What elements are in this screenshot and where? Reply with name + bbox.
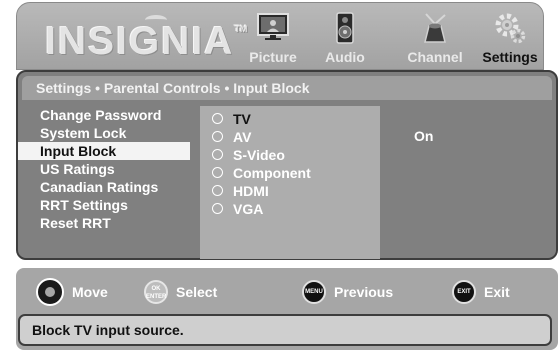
menu-item-system-lock[interactable]: System Lock xyxy=(18,124,204,142)
tv-monitor-icon xyxy=(257,13,289,40)
input-option-label: S-Video xyxy=(233,147,285,163)
input-option-label: TV xyxy=(233,111,251,127)
speaker-icon xyxy=(336,12,354,44)
radio-button-icon xyxy=(212,130,223,142)
brand-logo-text: INSIGNIA xyxy=(45,20,235,63)
radio-button-icon xyxy=(212,148,223,160)
input-source-list: TV AV S-Video Component HDMI VGA xyxy=(200,106,380,259)
input-option-label: VGA xyxy=(233,201,264,217)
exit-button-icon: EXIT xyxy=(452,280,476,304)
ok-icon-text: OK xyxy=(151,286,161,292)
hint-move: Move xyxy=(36,278,108,306)
menu-item-us-ratings[interactable]: US Ratings xyxy=(18,160,204,178)
radio-button-icon xyxy=(212,166,223,178)
hint-select: OK ENTER Select xyxy=(144,278,217,306)
input-block-value[interactable]: On xyxy=(414,128,433,144)
brand-logo: INSIGNIATM xyxy=(45,20,247,64)
input-option-tv[interactable]: TV xyxy=(212,110,251,128)
input-option-s-video[interactable]: S-Video xyxy=(212,146,285,164)
menu-item-rrt-settings[interactable]: RRT Settings xyxy=(18,196,204,214)
menu-item-canadian-ratings[interactable]: Canadian Ratings xyxy=(18,178,204,196)
gears-icon xyxy=(495,13,526,44)
menu-item-reset-rrt[interactable]: Reset RRT xyxy=(18,214,204,232)
remote-hint-bar: Move OK ENTER Select MENU Previous EXIT … xyxy=(16,268,558,350)
tab-channel[interactable]: Channel xyxy=(400,3,470,70)
tab-settings-label: Settings xyxy=(482,49,538,65)
tab-channel-label: Channel xyxy=(407,49,463,65)
hint-select-label: Select xyxy=(176,284,218,300)
input-option-label: AV xyxy=(233,129,252,145)
settings-panel: Settings • Parental Controls • Input Blo… xyxy=(16,70,558,260)
breadcrumb-bar: Settings • Parental Controls • Input Blo… xyxy=(22,76,552,100)
input-option-vga[interactable]: VGA xyxy=(212,200,263,218)
hint-exit-label: Exit xyxy=(484,284,510,300)
input-option-component[interactable]: Component xyxy=(212,164,311,182)
hint-exit: EXIT Exit xyxy=(452,278,510,306)
radio-button-icon xyxy=(212,202,223,214)
enter-icon-text: ENTER xyxy=(146,294,167,300)
help-text: Block TV input source. xyxy=(32,322,184,338)
tab-settings[interactable]: Settings xyxy=(474,3,546,70)
ok-enter-button-icon: OK ENTER xyxy=(144,280,168,304)
menu-item-input-block[interactable]: Input Block xyxy=(18,142,190,160)
parental-controls-menu: Change Password System Lock Input Block … xyxy=(18,106,204,232)
radio-button-icon xyxy=(212,112,223,124)
input-option-hdmi[interactable]: HDMI xyxy=(212,182,269,200)
hint-previous: MENU Previous xyxy=(302,278,393,306)
tab-picture-label: Picture xyxy=(249,49,297,65)
breadcrumb: Settings • Parental Controls • Input Blo… xyxy=(36,80,310,96)
menu-item-change-password[interactable]: Change Password xyxy=(18,106,204,124)
input-option-label: Component xyxy=(233,165,311,181)
tab-audio[interactable]: Audio xyxy=(310,3,380,70)
menu-button-icon: MENU xyxy=(302,280,326,304)
hint-move-label: Move xyxy=(72,284,108,300)
hint-previous-label: Previous xyxy=(334,284,394,300)
input-option-label: HDMI xyxy=(233,183,269,199)
dpad-icon xyxy=(36,278,64,306)
top-menu-bar: INSIGNIATM Picture Audio Channel Setting… xyxy=(16,2,544,70)
antenna-icon xyxy=(424,13,446,43)
help-bar: Block TV input source. xyxy=(18,314,552,346)
input-option-av[interactable]: AV xyxy=(212,128,251,146)
radio-button-icon xyxy=(212,184,223,196)
tab-audio-label: Audio xyxy=(325,49,365,65)
tab-picture[interactable]: Picture xyxy=(238,3,308,70)
